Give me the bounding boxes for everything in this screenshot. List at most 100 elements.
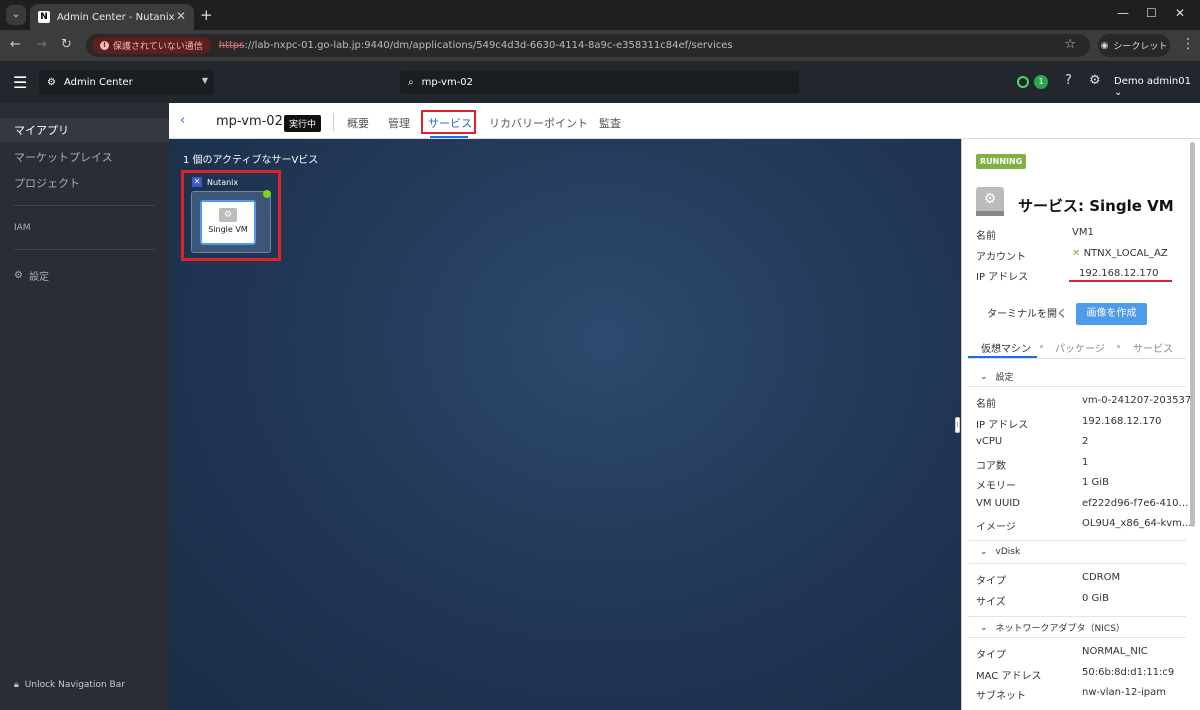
app-switcher-label: Admin Center — [63, 77, 133, 88]
app-title: mp-vm-02 — [216, 114, 283, 129]
bookmark-star-icon[interactable]: ☆ — [1064, 37, 1076, 52]
app-header: ☰ ⚙ Admin Center ▼ ⌕ mp-vm-02 1 ? ⚙ Demo… — [0, 61, 1200, 103]
search-value: mp-vm-02 — [421, 77, 474, 88]
nutanix-favicon-icon: N — [38, 11, 50, 23]
security-chip[interactable]: ! 保護されていない通信 — [92, 37, 211, 54]
tab-recovery-points[interactable]: リカバリーポイント — [489, 115, 588, 131]
maximize-icon[interactable]: ☐ — [1146, 6, 1157, 20]
divider — [968, 386, 1186, 387]
nic-key: サブネット — [976, 691, 1026, 702]
panel-title: サービス: Single VM — [1018, 197, 1174, 215]
settings-key: イメージ — [976, 522, 1016, 533]
address-bar[interactable]: ! 保護されていない通信 https://lab-nxpc-01.go-lab.… — [86, 34, 1090, 57]
sidebar-item-label: 設定 — [28, 272, 49, 283]
vdisk-value: CDROM — [1082, 572, 1121, 583]
account-name: NTNX_LOCAL_AZ — [1083, 248, 1168, 259]
reload-icon[interactable]: ↻ — [61, 37, 72, 52]
open-terminal-button[interactable]: ターミナルを開く — [976, 304, 1078, 326]
info-key: 名前 — [976, 231, 996, 242]
app-switcher[interactable]: ⚙ Admin Center ▼ — [39, 70, 214, 95]
settings-value: 192.168.12.170 — [1082, 416, 1162, 427]
browser-tab[interactable]: N Admin Center - Nutanix ✕ — [30, 4, 194, 30]
service-status-dot — [263, 190, 271, 198]
settings-value: 1 GiB — [1082, 477, 1109, 488]
incognito-chip[interactable]: ◉ シークレット — [1098, 34, 1170, 57]
vdisk-value: 0 GiB — [1082, 593, 1109, 604]
hamburger-menu-icon[interactable]: ☰ — [13, 73, 27, 92]
back-arrow-icon[interactable]: ← — [10, 37, 21, 52]
alert-count-badge[interactable]: 1 — [1034, 75, 1048, 89]
sidebar-item-marketplace[interactable]: マーケットプレイス — [14, 149, 113, 165]
nic-value: 50:6b:8d:d1:11:c9 — [1082, 667, 1175, 678]
tab-highlight-box — [421, 110, 476, 134]
section-settings-header[interactable]: ⌄ 設定 — [980, 370, 1014, 384]
nic-key: MAC アドレス — [976, 671, 1042, 682]
sidebar: マイアプリ マーケットプレイス プロジェクト IAM ⚙ 設定 🔒︎ Unlock … — [0, 103, 169, 710]
chevron-down-icon: ⌄ — [1114, 87, 1123, 98]
info-value: 192.168.12.170 — [1079, 268, 1159, 279]
service-icon-bar — [976, 211, 1004, 216]
tab-virtual-machine[interactable]: 仮想マシン — [981, 340, 1031, 355]
url-text: https://lab-nxpc-01.go-lab.jp:9440/dm/ap… — [219, 40, 733, 51]
tab-overview[interactable]: 概要 — [347, 115, 369, 131]
window-close-icon[interactable]: ✕ — [1175, 6, 1185, 20]
settings-value: OL9U4_x86_64-kvm... — [1082, 518, 1192, 529]
sidebar-item-iam[interactable]: IAM — [14, 223, 31, 233]
tab-packages[interactable]: パッケージ — [1055, 340, 1105, 355]
service-node[interactable]: ⚙ Single VM — [200, 200, 256, 245]
tab-panel-services[interactable]: サービス — [1133, 340, 1173, 355]
settings-value: ef222d96-f7e6-4102... — [1082, 498, 1194, 509]
divider — [968, 637, 1186, 638]
provider-name: Nutanix — [207, 177, 239, 187]
settings-key: メモリー — [976, 481, 1016, 492]
settings-gear-icon[interactable]: ⚙ — [1089, 73, 1101, 88]
nutanix-logo-icon: ✕ — [192, 177, 202, 187]
security-label: 保護されていない通信 — [113, 42, 203, 52]
tab-close-icon[interactable]: ✕ — [176, 9, 186, 23]
forward-arrow-icon[interactable]: → — [36, 37, 47, 52]
sidebar-item-settings[interactable]: ⚙ 設定 — [14, 268, 49, 283]
service-card[interactable]: ⚙ Single VM — [191, 190, 271, 253]
panel-resize-handle[interactable]: ⁞ — [955, 417, 960, 433]
running-status-badge: RUNNING — [976, 154, 1027, 169]
global-search-input[interactable]: ⌕ mp-vm-02 — [400, 71, 799, 94]
tab-manage[interactable]: 管理 — [388, 115, 410, 131]
tab-audit[interactable]: 監査 — [599, 115, 621, 131]
user-menu[interactable]: Demo admin01 ⌄ — [1114, 76, 1200, 98]
chevron-down-icon: ▼ — [201, 76, 208, 85]
active-tab-underline — [430, 136, 468, 138]
section-nic-header[interactable]: ⌄ ネットワークアダプタ（NICS） — [980, 621, 1125, 635]
panel-scrollbar[interactable] — [1190, 142, 1195, 527]
info-key: アカウント — [976, 252, 1026, 263]
section-vdisk-header[interactable]: ⌄ vDisk — [980, 547, 1020, 557]
new-tab-icon[interactable]: + — [200, 6, 213, 24]
service-detail-panel: RUNNING ⚙ サービス: Single VM 名前 VM1 アカウント ✕ N… — [961, 139, 1200, 710]
back-chevron-icon[interactable]: ‹ — [180, 113, 185, 128]
help-icon[interactable]: ? — [1065, 73, 1072, 88]
minimize-icon[interactable]: — — [1117, 6, 1129, 20]
sidebar-divider — [14, 249, 155, 250]
sidebar-item-my-apps[interactable]: マイアプリ — [14, 122, 69, 138]
browser-menu-icon[interactable]: ⋮ — [1181, 36, 1195, 52]
provider-label: ✕ Nutanix — [192, 177, 238, 187]
lock-icon: 🔒︎ — [14, 680, 19, 690]
chevron-down-icon: ⌄ — [980, 371, 988, 382]
tab-search-icon[interactable]: ⌄ — [6, 5, 26, 25]
create-image-button[interactable]: 画像を作成 — [1076, 303, 1147, 325]
incognito-label: シークレット — [1113, 42, 1168, 52]
browser-tabstrip: ⌄ N Admin Center - Nutanix ✕ + — ☐ ✕ — [0, 0, 1200, 30]
info-key: IP アドレス — [976, 272, 1029, 283]
tab-separator-dot — [1117, 345, 1120, 348]
tab-divider — [968, 358, 1186, 359]
health-status-icon[interactable] — [1017, 76, 1029, 88]
unlock-navigation-button[interactable]: 🔒︎ Unlock Navigation Bar — [14, 680, 125, 690]
settings-key: コア数 — [976, 461, 1006, 472]
sidebar-item-projects[interactable]: プロジェクト — [14, 175, 80, 191]
info-value: VM1 — [1072, 227, 1094, 238]
service-gear-icon: ⚙ — [219, 208, 237, 222]
sidebar-item-label: IAM — [14, 223, 31, 233]
divider — [968, 616, 1186, 617]
nic-key: タイプ — [976, 650, 1006, 661]
warning-icon: ! — [100, 41, 109, 50]
services-canvas[interactable]: 1 個のアクティブなサーVビス ✕ Nutanix ⚙ Single VM — [169, 139, 961, 710]
